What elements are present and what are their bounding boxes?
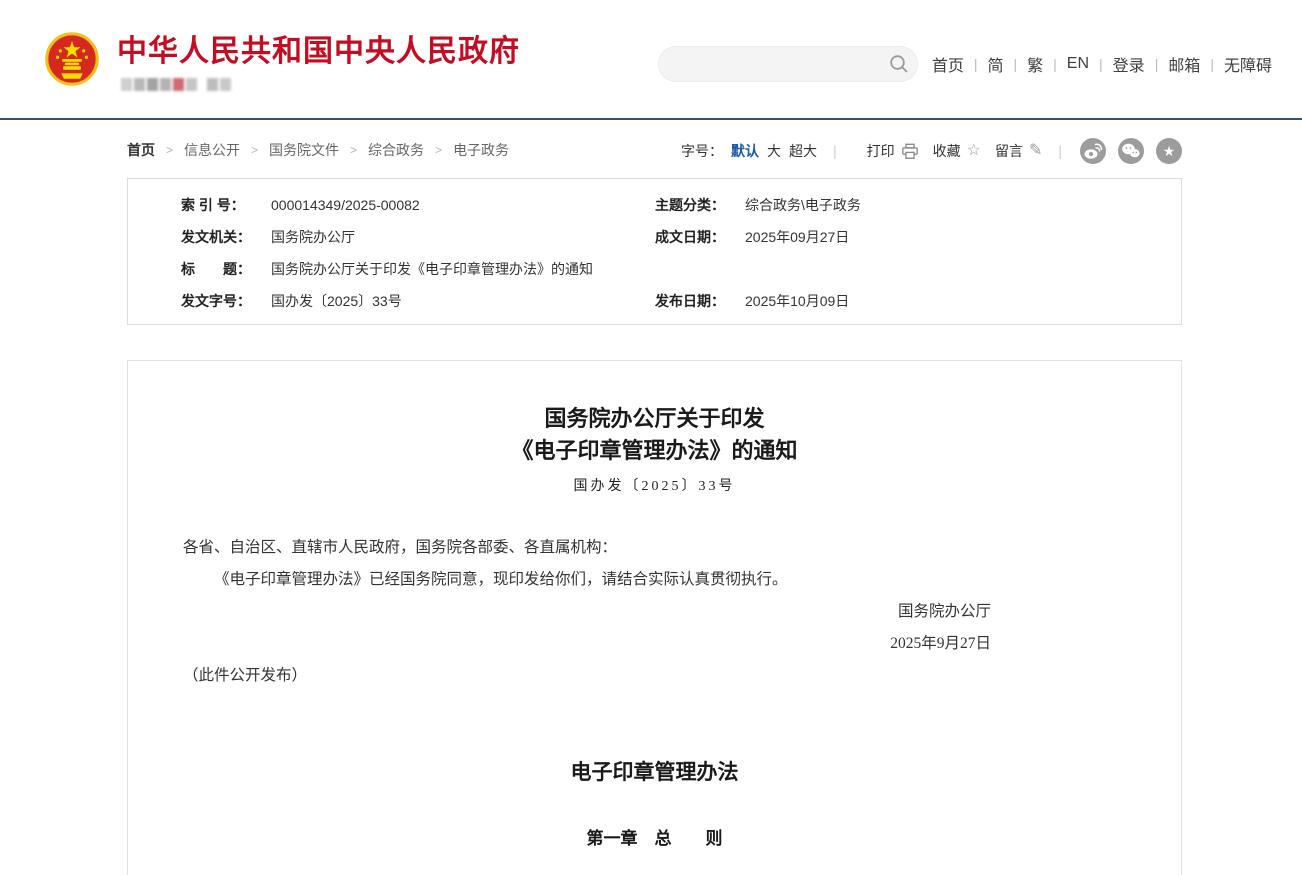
chevron-right-icon: > [435, 143, 442, 157]
share-group: ★ [1080, 138, 1182, 164]
meta-value: 2025年10月09日 [745, 291, 849, 311]
meta-column-right: 主题分类： 综合政务\电子政务 成文日期： 2025年09月27日 发布日期： … [655, 189, 1181, 324]
nav-divider: | [1155, 56, 1159, 72]
meta-row-topic-category: 主题分类： 综合政务\电子政务 [655, 189, 1181, 221]
meta-value: 国务院办公厅 [271, 227, 355, 247]
breadcrumb-state-council-docs[interactable]: 国务院文件 [269, 140, 339, 160]
nav-accessibility[interactable]: 无障碍 [1224, 52, 1272, 76]
nav-divider: | [1099, 56, 1103, 72]
share-weibo-button[interactable] [1080, 138, 1106, 164]
meta-value: 000014349/2025-00082 [271, 197, 420, 213]
nav-divider: | [1210, 56, 1214, 72]
search-box [658, 46, 918, 82]
breadcrumb-info-disclosure[interactable]: 信息公开 [184, 140, 240, 160]
document-number: 国办发〔2025〕33号 [183, 475, 1126, 495]
sign-date: 2025年9月27日 [183, 628, 991, 660]
meta-label: 索 引 号： [181, 195, 271, 215]
chevron-right-icon: > [166, 143, 173, 157]
qzone-star-icon: ★ [1163, 143, 1176, 160]
nav-divider: | [974, 56, 978, 72]
meta-label: 标 题： [181, 259, 271, 279]
nav-divider: | [1014, 56, 1018, 72]
search-icon [889, 54, 909, 74]
law-title: 电子印章管理办法 [183, 756, 1126, 786]
brand-text: 中华人民共和国中央人民政府 [117, 32, 520, 91]
breadcrumb-toolbar-row: 首页 > 信息公开 > 国务院文件 > 综合政务 > 电子政务 字号： 默认 大… [127, 120, 1182, 178]
nav-login[interactable]: 登录 [1113, 52, 1145, 76]
font-size-default[interactable]: 默认 [731, 141, 759, 161]
pencil-icon: ✎ [1029, 143, 1042, 159]
meta-row-issuing-agency: 发文机关： 国务院办公厅 [128, 221, 655, 253]
search-button[interactable] [881, 46, 917, 82]
comment-button[interactable]: 留言 ✎ [995, 141, 1042, 161]
top-nav: 首页 | 简 | 繁 | EN | 登录 | 邮箱 | 无障碍 [932, 52, 1272, 76]
meta-value: 综合政务\电子政务 [745, 195, 861, 215]
meta-label: 成文日期： [655, 227, 745, 247]
signer: 国务院办公厅 [183, 596, 991, 628]
meta-label: 主题分类： [655, 195, 745, 215]
public-release-note: （此件公开发布） [183, 660, 1126, 692]
site-header: 中华人民共和国中央人民政府 首页 | 简 | 繁 | EN | [0, 0, 1302, 118]
font-size-xlarge[interactable]: 超大 [789, 141, 817, 161]
meta-label: 发布日期： [655, 291, 745, 311]
print-label: 打印 [867, 141, 895, 161]
site-title: 中华人民共和国中央人民政府 [117, 32, 520, 72]
breadcrumb-home[interactable]: 首页 [127, 140, 155, 160]
nav-divider: | [1053, 56, 1057, 72]
chevron-right-icon: > [251, 143, 258, 157]
document-body: 各省、自治区、直辖市人民政府，国务院各部委、各直属机构： 《电子印章管理办法》已… [183, 532, 1126, 692]
document-title-line1: 国务院办公厅关于印发 [183, 403, 1126, 435]
signature-block: 国务院办公厅 2025年9月27日 [183, 596, 1126, 660]
site-logo-link[interactable]: 中华人民共和国中央人民政府 [45, 32, 520, 91]
national-emblem-icon [45, 32, 99, 86]
salutation: 各省、自治区、直辖市人民政府，国务院各部委、各直属机构： [183, 532, 1126, 564]
nav-simplified[interactable]: 简 [987, 52, 1003, 76]
document-title-line2: 《电子印章管理办法》的通知 [183, 435, 1126, 467]
blurred-subtitle [121, 78, 520, 91]
star-icon: ☆ [967, 143, 981, 159]
chapter-heading: 第一章 总 则 [183, 824, 1126, 849]
meta-column-left: 索 引 号： 000014349/2025-00082 发文机关： 国务院办公厅… [128, 189, 655, 324]
meta-row-publish-date: 发布日期： 2025年10月09日 [655, 285, 1181, 317]
breadcrumb-egovernment: 电子政务 [453, 140, 509, 160]
nav-mail[interactable]: 邮箱 [1168, 52, 1200, 76]
meta-label: 发文字号： [181, 291, 271, 311]
paragraph: 《电子印章管理办法》已经国务院同意，现印发给你们，请结合实际认真贯彻执行。 [183, 564, 1126, 596]
document-content-box: 国务院办公厅关于印发 《电子印章管理办法》的通知 国办发〔2025〕33号 各省… [127, 360, 1182, 875]
breadcrumb: 首页 > 信息公开 > 国务院文件 > 综合政务 > 电子政务 [127, 140, 509, 160]
font-size-large[interactable]: 大 [767, 141, 781, 161]
share-qzone-button[interactable]: ★ [1156, 138, 1182, 164]
nav-home[interactable]: 首页 [932, 52, 964, 76]
favorite-button[interactable]: 收藏 ☆ [933, 141, 981, 161]
font-size-label: 字号： [681, 141, 723, 161]
meta-row-written-date: 成文日期： 2025年09月27日 [655, 221, 1181, 253]
meta-row-index-number: 索 引 号： 000014349/2025-00082 [128, 189, 655, 221]
wechat-icon [1118, 138, 1144, 164]
meta-value: 国务院办公厅关于印发《电子印章管理办法》的通知 [271, 259, 593, 279]
meta-row-doc-number: 发文字号： 国办发〔2025〕33号 [128, 285, 655, 317]
comment-label: 留言 [995, 141, 1023, 161]
print-button[interactable]: 打印 [867, 141, 919, 161]
nav-traditional[interactable]: 繁 [1027, 52, 1043, 76]
nav-english[interactable]: EN [1067, 55, 1089, 73]
page: 中华人民共和国中央人民政府 首页 | 简 | 繁 | EN | [0, 0, 1302, 875]
breadcrumb-general-affairs[interactable]: 综合政务 [368, 140, 424, 160]
search-input[interactable] [659, 49, 881, 79]
meta-label: 发文机关： [181, 227, 271, 247]
meta-row-title: 标 题： 国务院办公厅关于印发《电子印章管理办法》的通知 [128, 253, 655, 285]
share-wechat-button[interactable] [1118, 138, 1144, 164]
toolbar-divider: | [1058, 143, 1062, 159]
toolbar-divider: | [833, 143, 837, 159]
article-toolbar: 字号： 默认 大 超大 | 打印 收藏 ☆ 留言 [681, 138, 1182, 164]
meta-value: 2025年09月27日 [745, 227, 849, 247]
chevron-right-icon: > [350, 143, 357, 157]
document-meta-box: 索 引 号： 000014349/2025-00082 发文机关： 国务院办公厅… [127, 178, 1182, 325]
meta-value: 国办发〔2025〕33号 [271, 291, 402, 311]
weibo-icon [1080, 138, 1106, 164]
meta-row-spacer [655, 253, 1181, 285]
printer-icon [901, 143, 919, 160]
favorite-label: 收藏 [933, 141, 961, 161]
